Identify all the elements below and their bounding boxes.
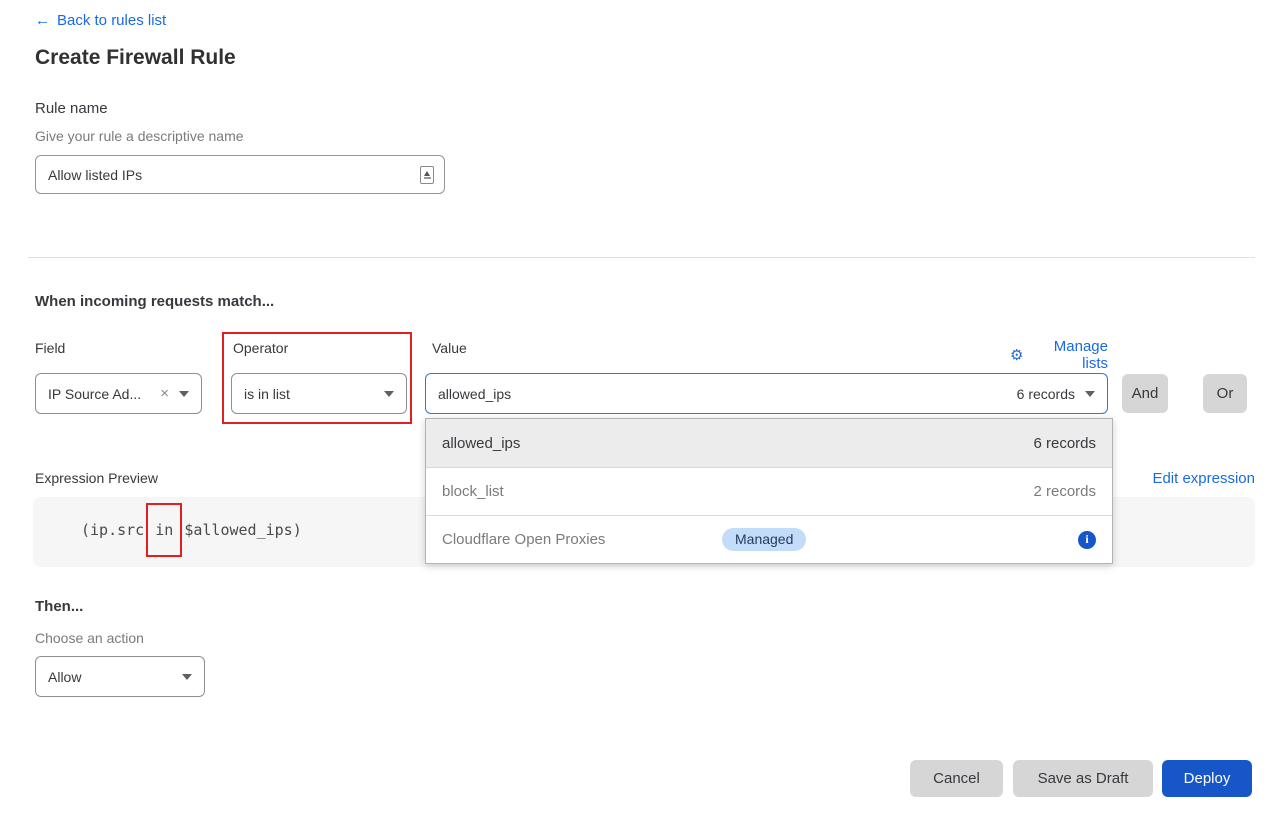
back-arrow-icon: ←	[35, 12, 50, 29]
expression-prefix: (ip.src	[81, 521, 153, 539]
list-item-name: block_list	[442, 483, 504, 500]
edit-expression-link[interactable]: Edit expression	[1152, 470, 1255, 487]
list-dropdown: allowed_ips 6 records block_list 2 recor…	[425, 418, 1113, 564]
cancel-button[interactable]: Cancel	[910, 760, 1003, 797]
create-firewall-rule-page: ← Back to rules list Create Firewall Rul…	[0, 0, 1273, 823]
back-link-label: Back to rules list	[57, 12, 166, 29]
manage-lists-label: Manage lists	[1028, 338, 1108, 372]
section-divider	[28, 257, 1255, 258]
field-select[interactable]: IP Source Ad... ×	[35, 373, 202, 414]
page-title: Create Firewall Rule	[35, 46, 236, 70]
field-label: Field	[35, 340, 65, 356]
rule-name-hint: Give your rule a descriptive name	[35, 128, 244, 144]
clear-field-icon[interactable]: ×	[160, 385, 169, 402]
chevron-down-icon	[1085, 391, 1095, 397]
and-button[interactable]: And	[1122, 374, 1168, 413]
operator-select[interactable]: is in list	[231, 373, 407, 414]
value-records-count: 6 records	[1017, 386, 1075, 402]
manage-lists-link[interactable]: ⚙ Manage lists	[1010, 338, 1108, 372]
list-item-records: 2 records	[1033, 483, 1096, 500]
value-select-value: allowed_ips	[438, 386, 1017, 402]
operator-label: Operator	[233, 340, 288, 356]
action-select-value: Allow	[48, 669, 172, 685]
then-section-heading: Then...	[35, 598, 83, 615]
list-item-name: allowed_ips	[442, 435, 520, 452]
expression-code: (ip.src in $allowed_ips)	[81, 521, 302, 539]
chevron-down-icon	[182, 674, 192, 680]
info-icon[interactable]: i	[1078, 531, 1096, 549]
action-hint: Choose an action	[35, 630, 144, 646]
rule-name-value: Allow listed IPs	[48, 167, 420, 183]
deploy-button[interactable]: Deploy	[1162, 760, 1252, 797]
rule-name-input[interactable]: Allow listed IPs	[35, 155, 445, 194]
or-button[interactable]: Or	[1203, 374, 1247, 413]
rule-name-label: Rule name	[35, 100, 108, 117]
action-select[interactable]: Allow	[35, 656, 205, 697]
list-item-name: Cloudflare Open Proxies	[442, 531, 605, 548]
chevron-down-icon	[384, 391, 394, 397]
chevron-down-icon	[179, 391, 189, 397]
managed-badge: Managed	[722, 528, 806, 551]
list-item-cloudflare-open-proxies[interactable]: Cloudflare Open Proxies Managed i	[426, 515, 1112, 563]
field-select-value: IP Source Ad...	[48, 386, 154, 402]
save-as-draft-button[interactable]: Save as Draft	[1013, 760, 1153, 797]
list-item-allowed-ips[interactable]: allowed_ips 6 records	[426, 419, 1112, 467]
value-label: Value	[432, 340, 467, 356]
value-select[interactable]: allowed_ips 6 records	[425, 373, 1108, 414]
autofill-icon	[420, 166, 434, 184]
gear-icon: ⚙	[1010, 348, 1023, 363]
expression-preview-label: Expression Preview	[35, 470, 158, 486]
expression-suffix: $allowed_ips)	[175, 521, 301, 539]
match-section-heading: When incoming requests match...	[35, 293, 274, 310]
list-item-records: 6 records	[1033, 435, 1096, 452]
list-item-block-list[interactable]: block_list 2 records	[426, 467, 1112, 515]
back-to-rules-link[interactable]: ← Back to rules list	[35, 12, 166, 29]
operator-select-value: is in list	[244, 386, 374, 402]
